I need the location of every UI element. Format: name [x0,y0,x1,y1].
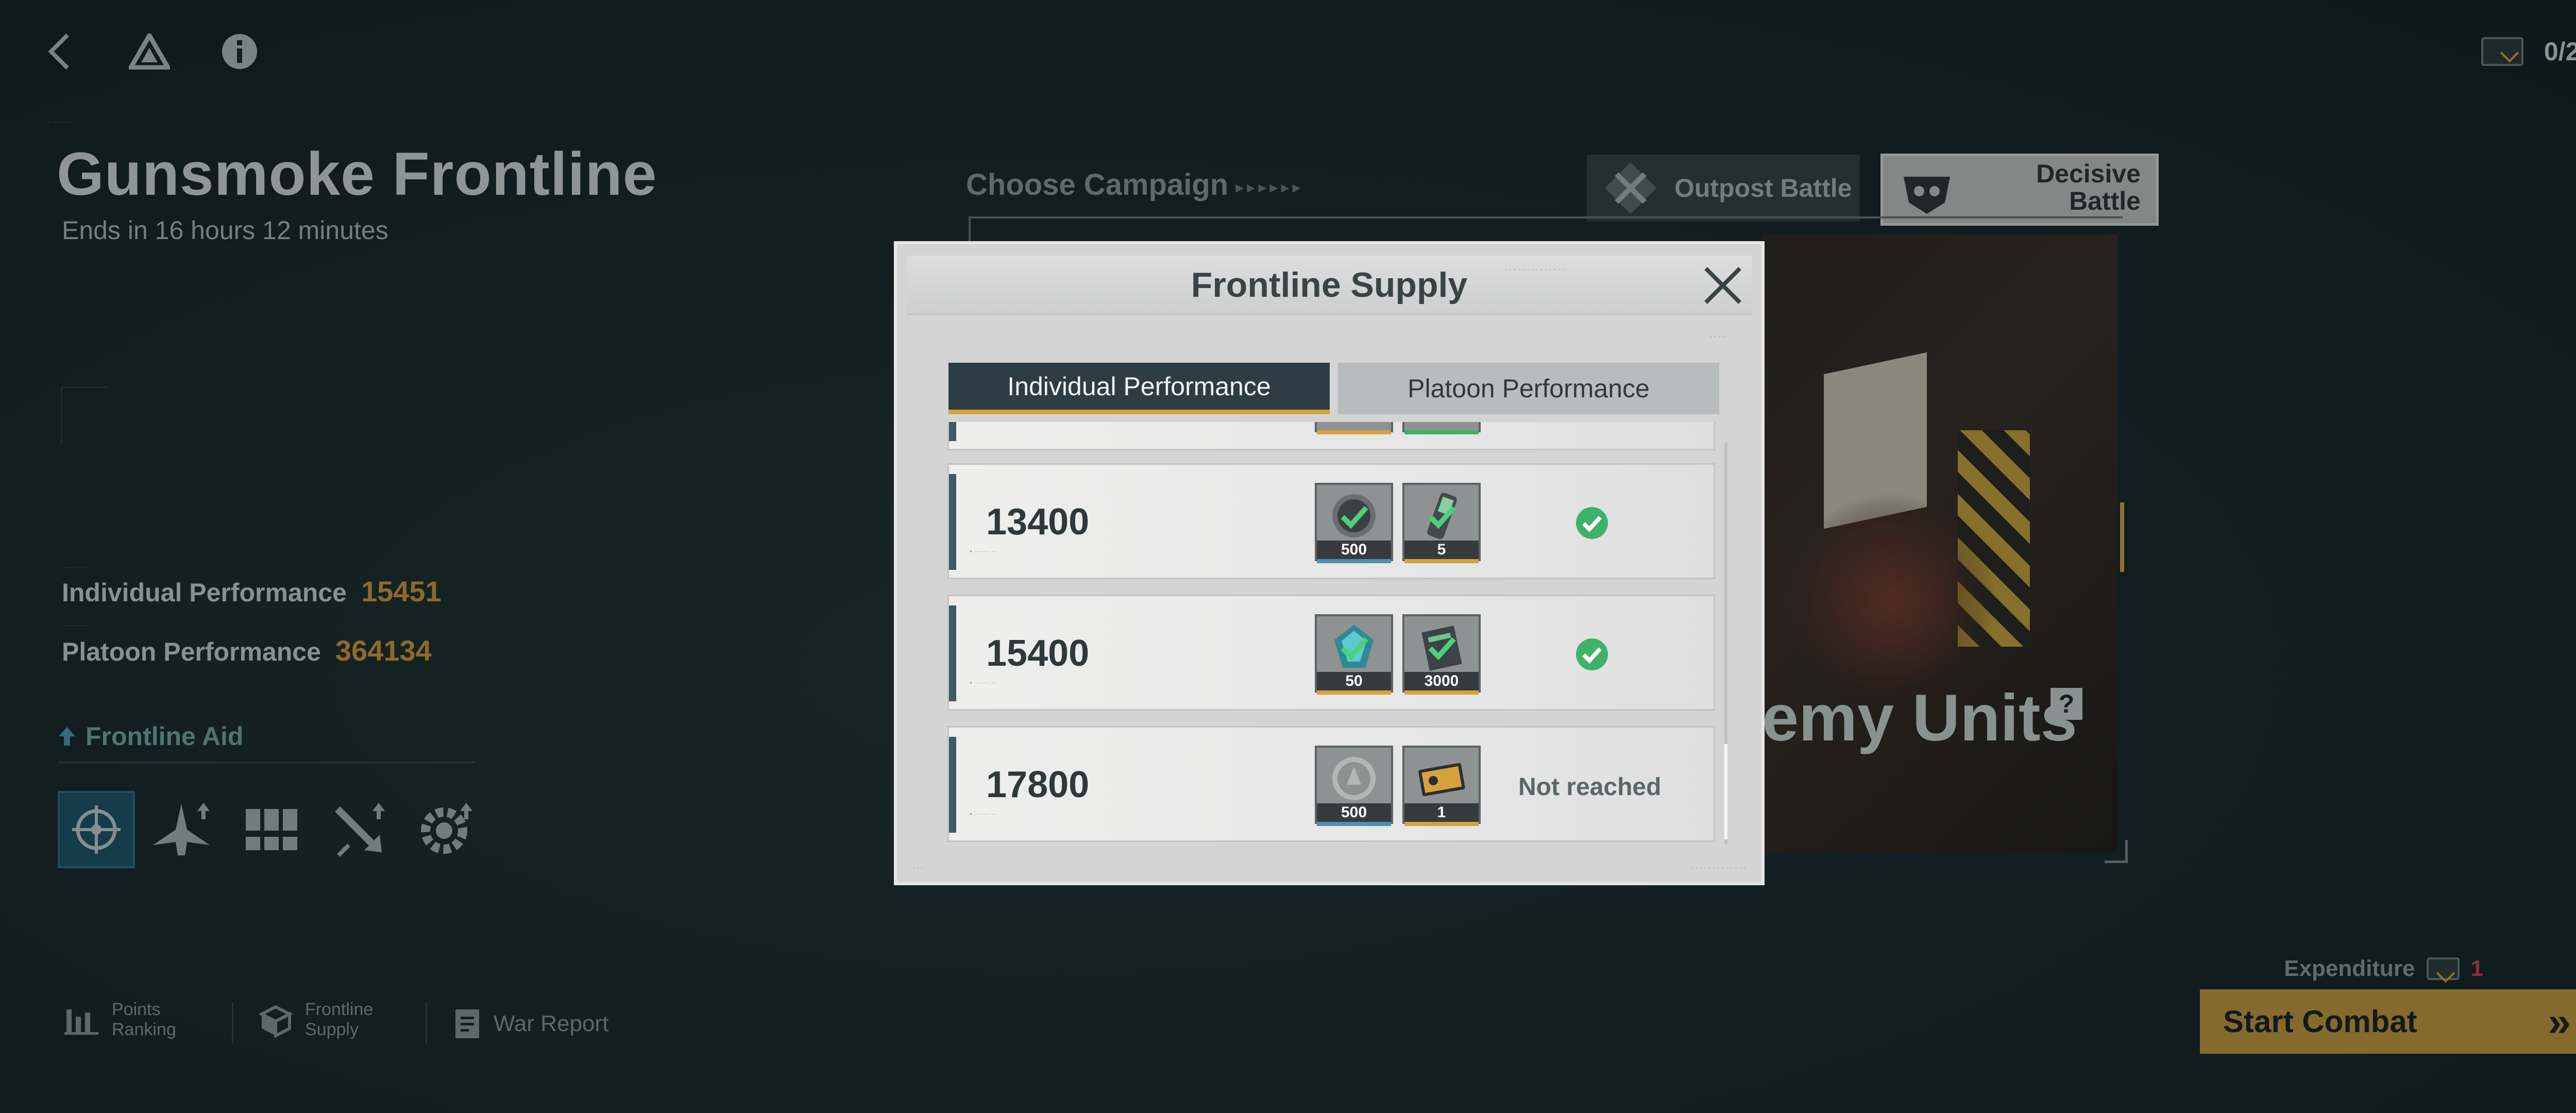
threshold-value: 15400 [986,633,1090,674]
frontline-supply-dialog: Frontline Supply · · · · · · · · · · · ·… [894,241,1765,885]
reward-item[interactable]: 500 [1315,483,1393,563]
check-circle-icon [1576,507,1608,539]
list-item [947,422,1715,450]
coin-token-icon [1332,494,1376,537]
reward-item[interactable]: 50 [1315,614,1393,695]
reward-item[interactable]: 1 [1402,746,1481,826]
reward-quantity: 500 [1317,541,1391,559]
reward-item[interactable] [1402,422,1481,434]
fine-print: · · · · · · · · · · · · · · [1505,265,1565,273]
threshold-value: 13400 [986,501,1090,543]
row-accent [949,605,956,701]
list-item: 13400 ▪ ······· ·· 500 5 [947,463,1715,579]
fine-print: · · · · · · · · · · · · · [1690,864,1746,872]
crystal-icon [1334,625,1374,668]
reward-quantity: 50 [1317,672,1391,690]
rarity-stripe [1317,559,1391,563]
reward-item[interactable] [1315,422,1393,434]
reward-item[interactable]: 5 [1402,483,1481,563]
status-not-reached: Not reached [1518,773,1662,801]
rarity-stripe [1404,822,1479,826]
list-item: 17800 ▪ ······· ·· 500 1 Not reached [947,726,1715,842]
coin-token-icon [1332,757,1376,800]
threshold-value: 17800 [986,764,1090,805]
battery-capsule-icon [1427,493,1457,539]
reward-item[interactable]: 500 [1315,746,1393,826]
fine-print: ▪ ······· ·· [970,679,996,686]
data-card-icon [1421,626,1462,671]
fine-print: · · · · [1709,332,1725,340]
rarity-stripe [1317,822,1391,826]
fine-print: · · · [912,864,924,872]
row-accent [949,422,956,441]
scrollbar-thumb[interactable] [1724,744,1727,839]
dialog-title: Frontline Supply [1191,265,1468,305]
list-item: 15400 ▪ ······· ·· 50 3000 [947,595,1715,711]
row-accent [949,474,956,570]
row-accent [949,737,956,833]
rarity-stripe [1404,559,1479,563]
ticket-voucher-icon [1418,763,1465,797]
reward-item[interactable]: 3000 [1402,614,1481,695]
check-circle-icon [1576,638,1608,670]
rarity-stripe [1317,690,1391,695]
tab-individual-performance[interactable]: Individual Performance [948,363,1330,414]
fine-print: ▪ ······· ·· [970,547,996,555]
reward-quantity: 500 [1317,803,1391,822]
close-icon[interactable] [1700,262,1746,309]
rarity-stripe [1404,690,1479,695]
reward-quantity: 5 [1404,541,1479,559]
tab-platoon-performance[interactable]: Platoon Performance [1338,363,1719,414]
reward-quantity: 3000 [1404,672,1479,690]
dialog-tabs: Individual Performance Platoon Performan… [948,363,1719,414]
fine-print: ▪ ······· ·· [970,810,996,818]
reward-quantity: 1 [1404,803,1479,822]
reward-list[interactable]: 13400 ▪ ······· ·· 500 5 15400 ▪ ·······… [947,422,1715,845]
